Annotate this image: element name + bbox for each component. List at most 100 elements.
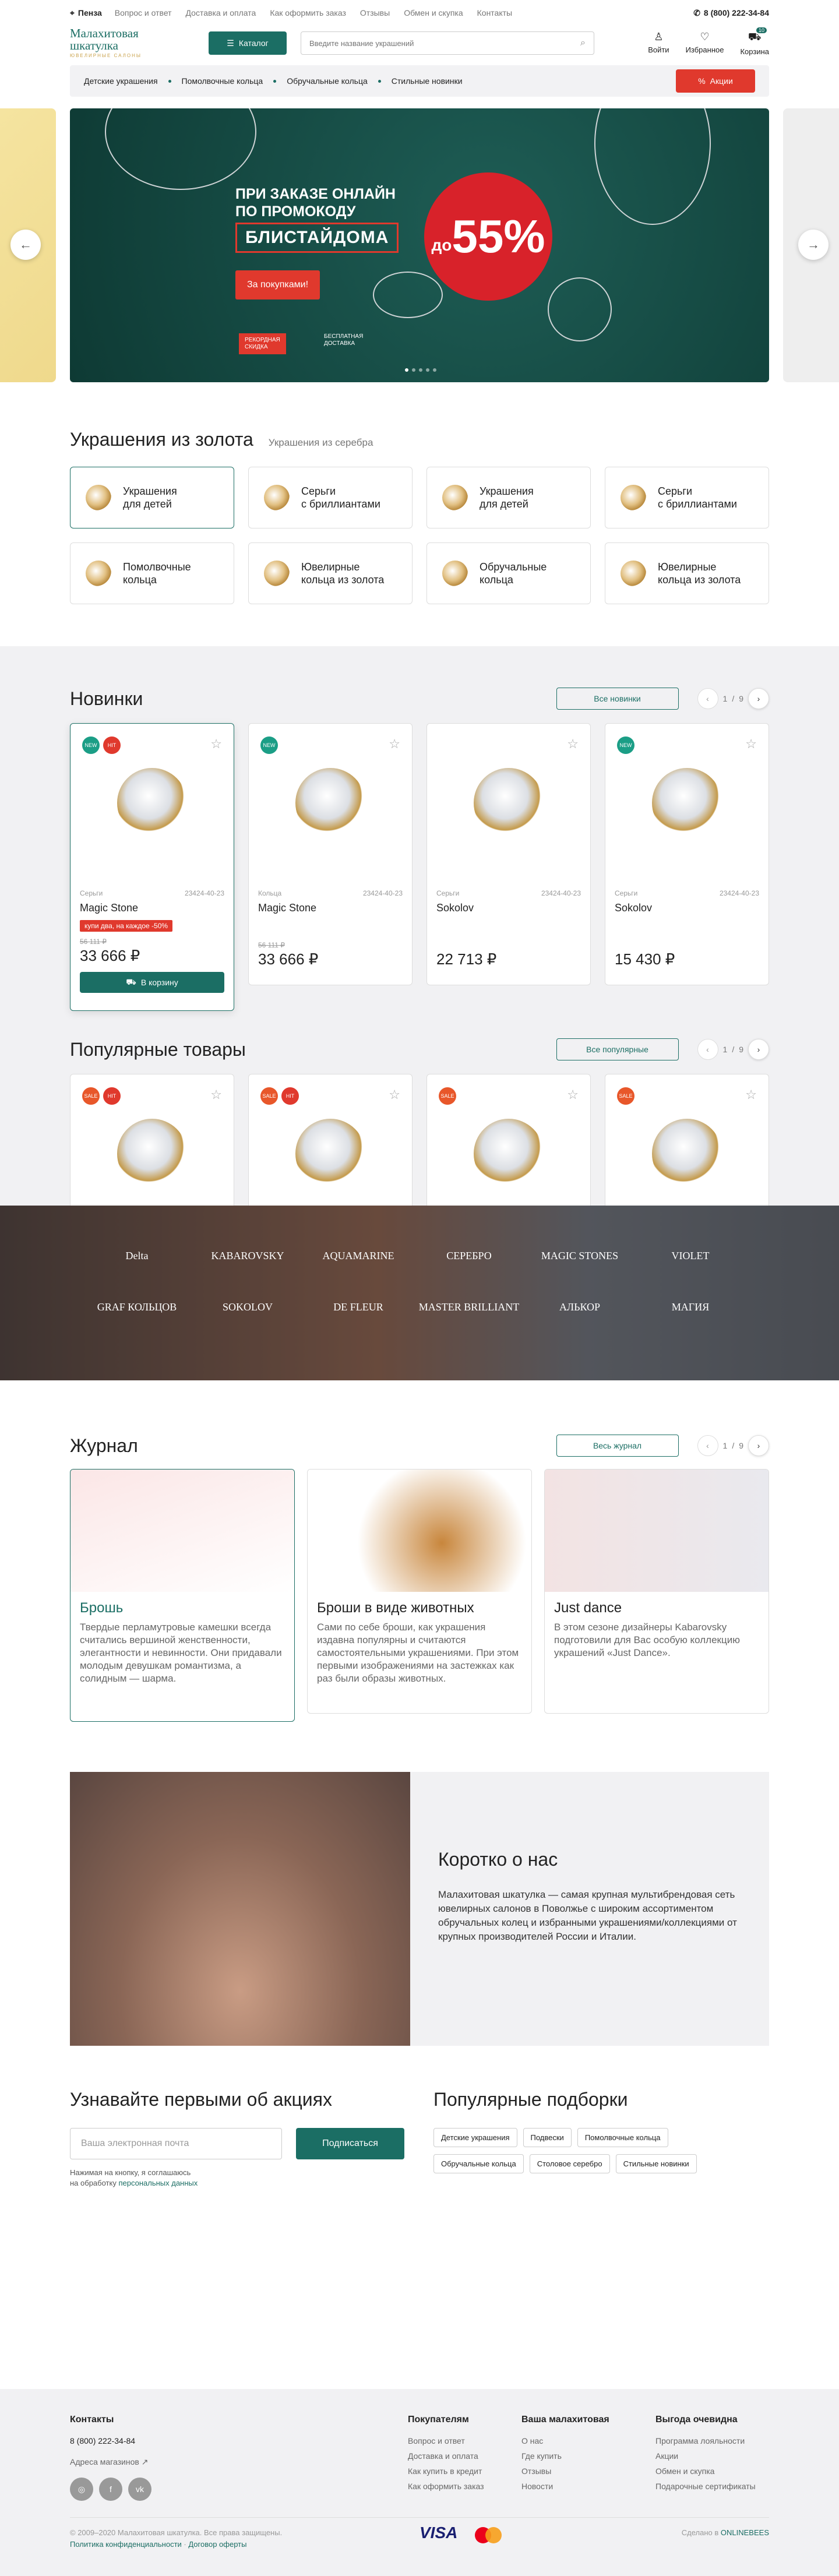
login-button[interactable]: ♙ Войти [648,31,669,56]
subscribe-button[interactable]: Подписаться [296,2128,404,2159]
top-link-delivery[interactable]: Доставка и оплата [186,8,256,17]
favorite-star-icon[interactable]: ☆ [210,736,222,752]
email-field[interactable]: Ваша электронная почта [70,2128,282,2159]
nav-item-kids[interactable]: Детские украшения [84,76,158,86]
search-icon[interactable]: ⌕ [580,38,586,48]
favorite-star-icon[interactable]: ☆ [567,736,579,752]
slider-dot[interactable] [419,368,422,372]
next-page-button[interactable]: › [748,1039,769,1060]
brand-logo[interactable]: МАГИЯ [635,1295,746,1319]
vk-icon[interactable]: vk [128,2478,151,2501]
top-link-exchange[interactable]: Обмен и скупка [404,8,463,17]
collection-chip[interactable]: Стильные новинки [615,2154,697,2173]
all-popular-button[interactable]: Все популярные [556,1038,679,1060]
footer-link[interactable]: Акции [655,2448,756,2464]
footer-link[interactable]: Подарочные сертификаты [655,2479,756,2494]
brand-logo[interactable]: СЕРЕБРО [414,1244,524,1267]
offer-link[interactable]: Договор оферты [188,2540,246,2549]
favorites-button[interactable]: ♡ Избранное [686,31,724,56]
facebook-icon[interactable]: f [99,2478,122,2501]
collection-chip[interactable]: Подвески [523,2128,572,2147]
footer-link[interactable]: Как оформить заказ [408,2479,521,2494]
brand-logo[interactable]: VIOLET [635,1244,746,1267]
category-card[interactable]: Ювелирные кольца из золота [605,542,769,604]
footer-link[interactable]: Как купить в кредит [408,2464,521,2479]
prev-page-button[interactable]: ‹ [697,1435,718,1456]
tab-gold[interactable]: Украшения из золота [70,429,253,450]
slider-dot[interactable] [433,368,436,372]
category-card[interactable]: Помолвочные кольца [70,542,234,604]
product-card[interactable]: NEW ☆ Кольца 23424-40-23 Magic Stone 56 11… [248,723,413,985]
favorite-star-icon[interactable]: ☆ [745,1087,757,1102]
all-journal-button[interactable]: Весь журнал [556,1435,679,1457]
brand-logo[interactable]: GRAF КОЛЬЦОВ [82,1295,192,1319]
favorite-star-icon[interactable]: ☆ [210,1087,222,1102]
slider-prev-button[interactable]: ← [10,230,41,260]
nav-item-new[interactable]: Стильные новинки [392,76,463,86]
sale-button[interactable]: % Акции [676,69,755,93]
collection-chip[interactable]: Обручальные кольца [433,2154,524,2173]
tab-silver[interactable]: Украшения из серебра [269,437,373,449]
prev-page-button[interactable]: ‹ [697,1039,718,1060]
personal-data-link[interactable]: персональных данных [118,2179,198,2187]
journal-card[interactable]: Just dance В этом сезоне дизайнеры Kabar… [544,1469,769,1714]
collection-chip[interactable]: Детские украшения [433,2128,517,2147]
top-link-faq[interactable]: Вопрос и ответ [115,8,172,17]
cart-button[interactable]: ⛟ 10 Корзина [740,27,769,56]
catalog-button[interactable]: ☰ Каталог [209,31,287,55]
all-new-button[interactable]: Все новинки [556,688,679,710]
footer-phone[interactable]: 8 (800) 222-34-84 [70,2433,408,2448]
footer-link[interactable]: Новости [521,2479,655,2494]
footer-link[interactable]: Доставка и оплата [408,2448,521,2464]
brand-logo[interactable]: MAGIC STONES [524,1244,635,1267]
search-input[interactable] [309,38,581,48]
footer-link[interactable]: Вопрос и ответ [408,2433,521,2448]
collection-chip[interactable]: Помолвочные кольца [577,2128,668,2147]
top-phone[interactable]: ✆ 8 (800) 222-34-84 [693,8,769,18]
slider-dot[interactable] [405,368,408,372]
collection-chip[interactable]: Столовое серебро [529,2154,610,2173]
brand-logo[interactable]: DE FLEUR [303,1295,414,1319]
journal-card[interactable]: Броши в виде животных Сами по себе броши… [307,1469,532,1714]
privacy-link[interactable]: Политика конфиденциальности [70,2540,182,2549]
category-card[interactable]: Серьги с бриллиантами [605,467,769,528]
top-link-contacts[interactable]: Контакты [477,8,512,17]
favorite-star-icon[interactable]: ☆ [389,1087,400,1102]
next-page-button[interactable]: › [748,1435,769,1456]
slider-dot[interactable] [412,368,415,372]
add-to-cart-button[interactable]: ⛟ В корзину [80,972,224,993]
stores-link[interactable]: Адреса магазинов ↗ [70,2454,408,2469]
slider-next-button[interactable]: → [798,230,829,260]
top-link-reviews[interactable]: Отзывы [360,8,390,17]
brand-logo[interactable]: SOKOLOV [192,1295,303,1319]
footer-link[interactable]: Программа лояльности [655,2433,756,2448]
footer-link[interactable]: Отзывы [521,2464,655,2479]
favorite-star-icon[interactable]: ☆ [567,1087,579,1102]
brand-logo[interactable]: KABAROVSKY [192,1244,303,1267]
category-card[interactable]: Ювелирные кольца из золота [248,542,413,604]
prev-page-button[interactable]: ‹ [697,688,718,709]
promo-banner[interactable]: ПРИ ЗАКАЗЕ ОНЛАЙН ПО ПРОМОКОДУ БЛИСТАЙДО… [70,108,769,382]
city-selector[interactable]: ⌖ Пенза [70,8,102,18]
footer-link[interactable]: Обмен и скупка [655,2464,756,2479]
footer-link[interactable]: О нас [521,2433,655,2448]
category-card[interactable]: Обручальные кольца [426,542,591,604]
instagram-icon[interactable]: ◎ [70,2478,93,2501]
developer-credit[interactable]: Сделано в ONLINEBEES [682,2527,769,2550]
footer-link[interactable]: Где купить [521,2448,655,2464]
favorite-star-icon[interactable]: ☆ [745,736,757,752]
product-card[interactable]: ☆ Серьги 23424-40-23 Sokolov 22 713 ₽ [426,723,591,985]
favorite-star-icon[interactable]: ☆ [389,736,400,752]
next-page-button[interactable]: › [748,688,769,709]
slider-dot[interactable] [426,368,429,372]
brand-logo[interactable]: AQUAMARINE [303,1244,414,1267]
nav-item-wedding[interactable]: Обручальные кольца [287,76,368,86]
brand-logo[interactable]: Delta [82,1244,192,1267]
product-card[interactable]: NEW HIT ☆ Серьги 23424-40-23 Magic Stone ку… [70,723,234,1011]
brand-logo[interactable]: АЛЬКОР [524,1295,635,1319]
banner-shop-button[interactable]: За покупками! [235,270,320,299]
category-card[interactable]: Украшения для детей [426,467,591,528]
brand-logo[interactable]: MASTER BRILLIANT [414,1295,524,1319]
top-link-order[interactable]: Как оформить заказ [270,8,346,17]
product-card[interactable]: NEW ☆ Серьги 23424-40-23 Sokolov 15 430 ₽ [605,723,769,985]
